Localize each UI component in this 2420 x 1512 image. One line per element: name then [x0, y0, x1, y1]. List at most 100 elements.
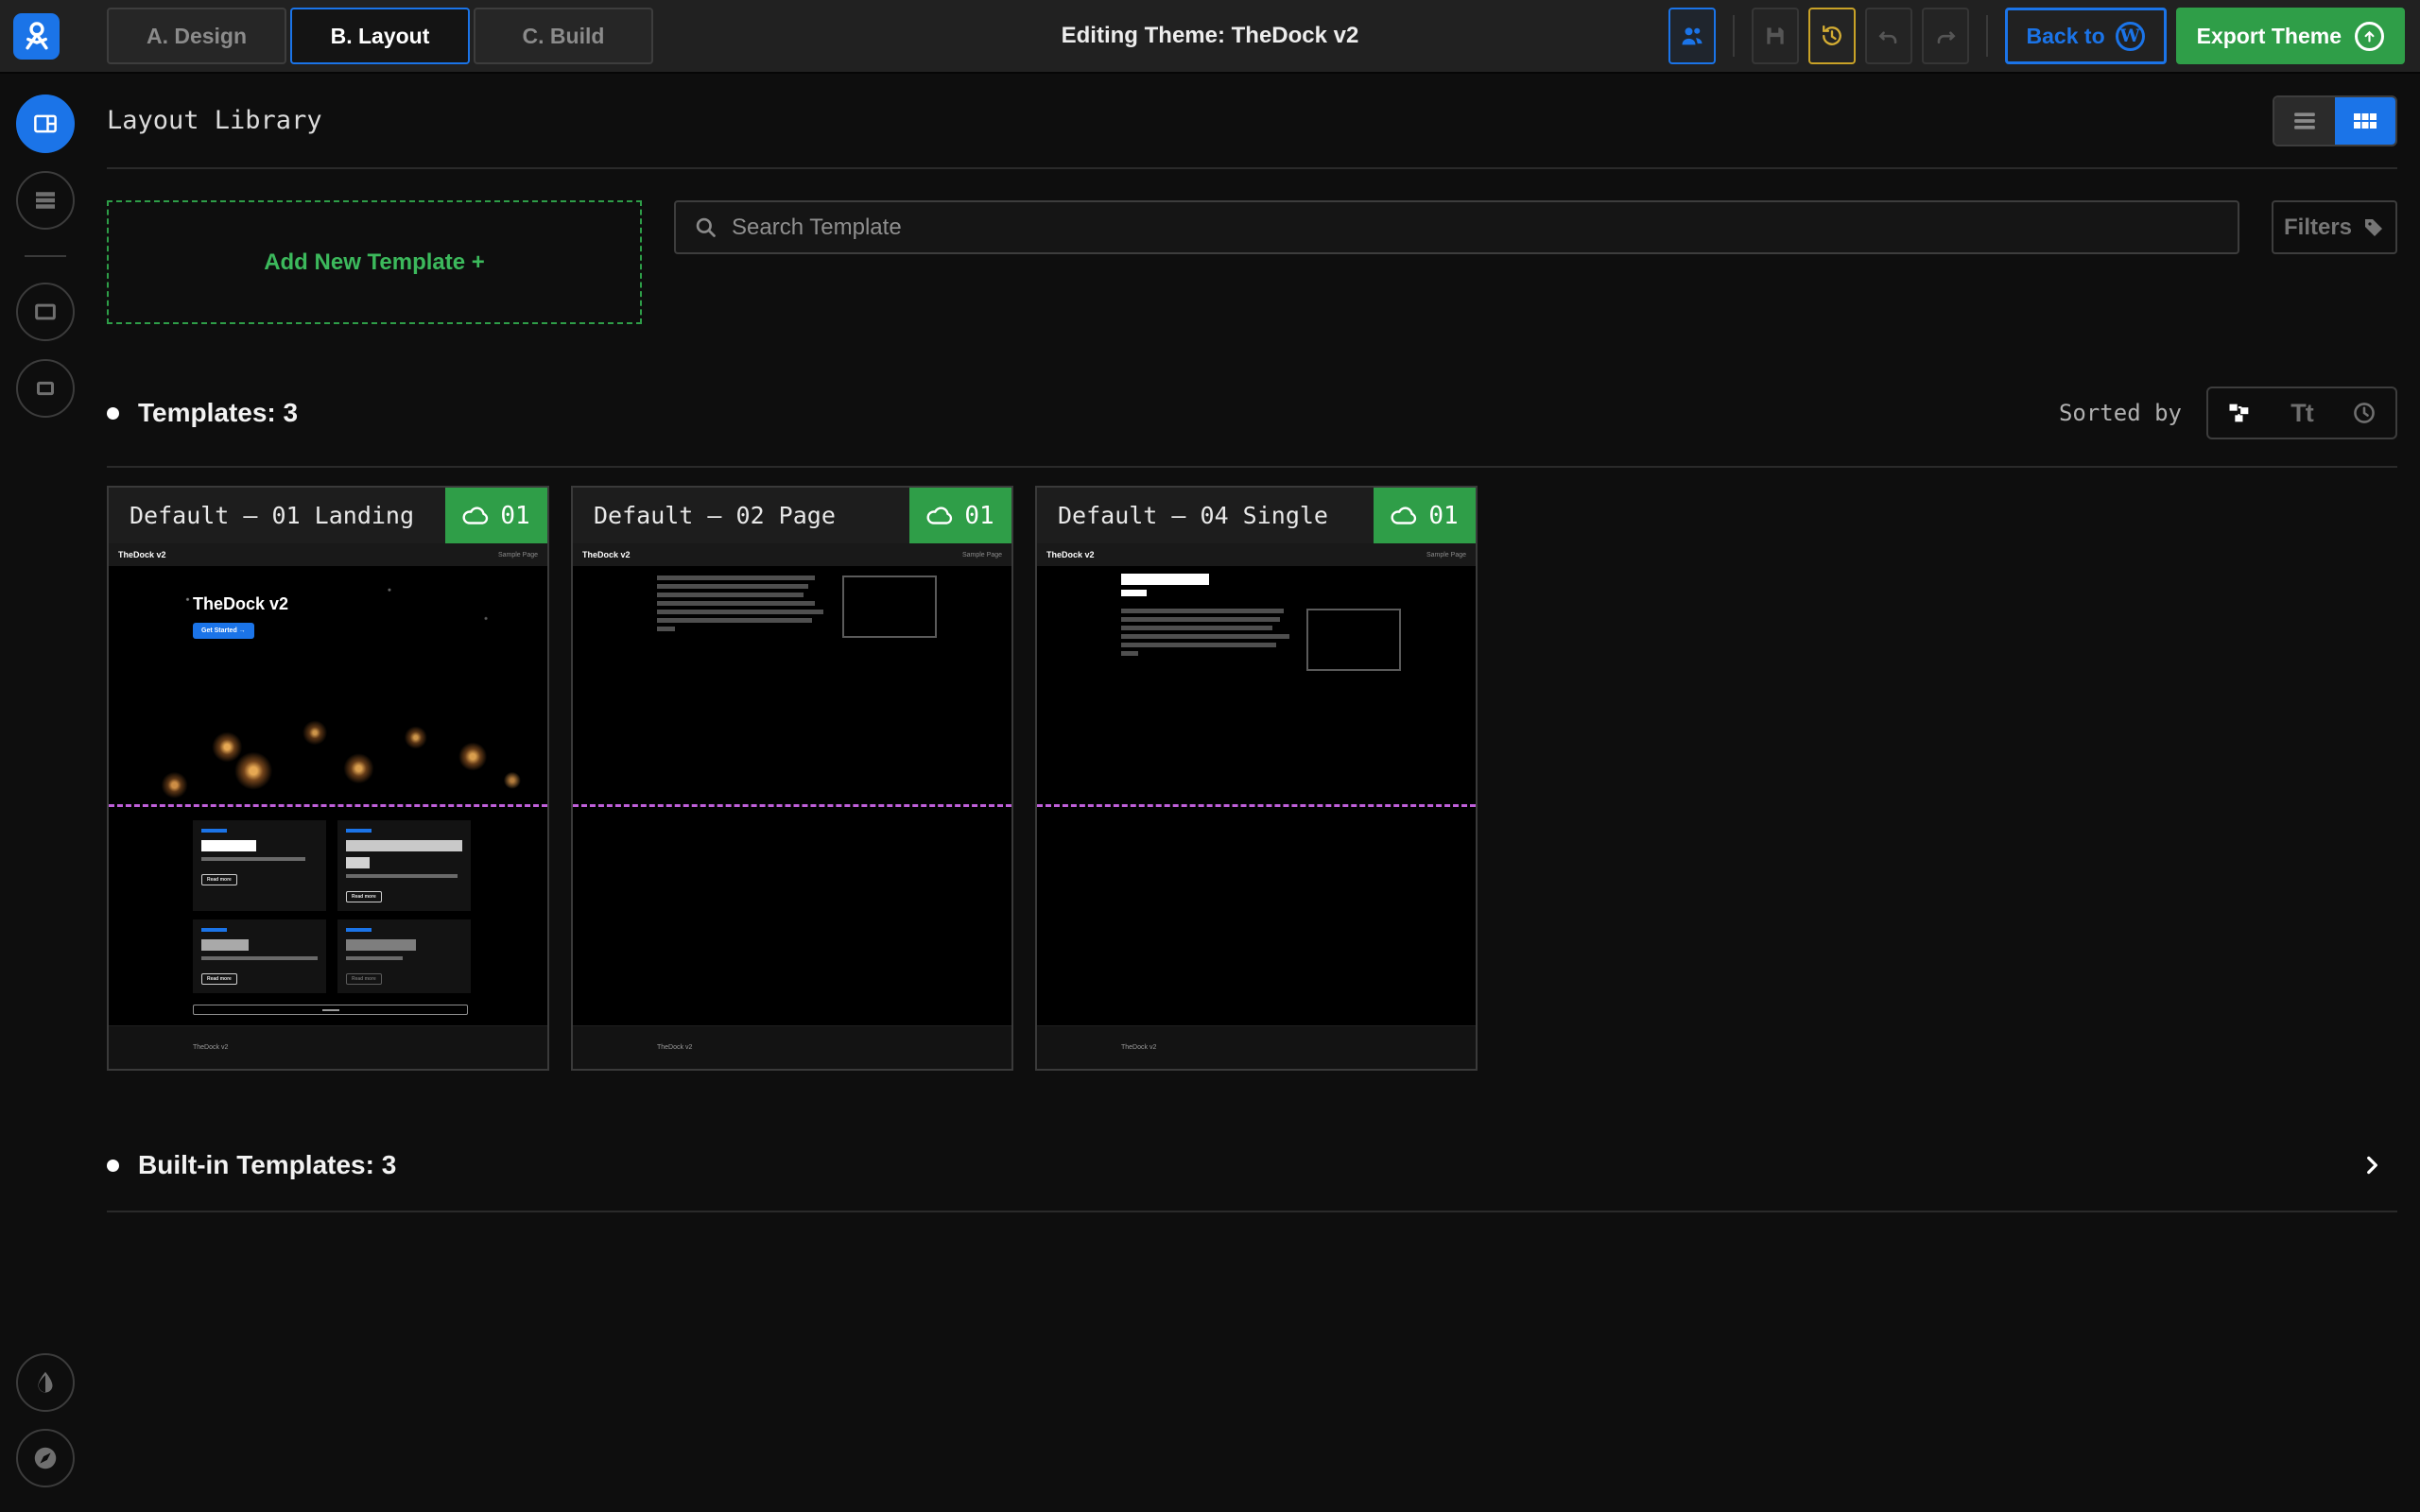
post-category-bar	[201, 829, 227, 833]
thumb-site-header: TheDock v2 Sample Page	[109, 543, 547, 566]
post-image-box	[346, 857, 370, 868]
post-meta-bar	[1121, 590, 1147, 596]
skeleton-lines	[657, 576, 827, 631]
card-header: Default – 01 Landing 01	[109, 488, 547, 543]
thumb-hero-section: TheDock v2 Get Started →	[109, 566, 547, 804]
template-thumbnail: TheDock v2 Sample Page TheDock v2 Get St…	[109, 543, 547, 1069]
badge-count: 01	[964, 502, 994, 530]
view-toggle	[2273, 95, 2397, 146]
save-button[interactable]	[1752, 8, 1799, 64]
skeleton-line	[657, 584, 808, 589]
redo-icon	[1933, 24, 1958, 48]
template-card-landing[interactable]: Default – 01 Landing 01 TheDock v2 Sampl…	[107, 486, 549, 1071]
thumb-below-fold: Read more Read more	[109, 807, 547, 1025]
template-card-page[interactable]: Default – 02 Page 01 TheDock v2 Sample P…	[571, 486, 1013, 1071]
thumb-post-card: Read more	[193, 820, 326, 911]
chevron-right-icon[interactable]	[2360, 1153, 2384, 1177]
thumb-hero-title: TheDock v2	[193, 594, 288, 614]
post-title-bar	[201, 840, 256, 851]
post-title-bar	[346, 939, 416, 951]
builtin-templates-count: Built-in Templates: 3	[107, 1150, 396, 1180]
thumb-get-started-button: Get Started →	[193, 623, 254, 639]
sidebar-item-contrast[interactable]	[16, 1353, 75, 1412]
post-title-bar	[201, 939, 249, 951]
filters-button[interactable]: Filters	[2272, 200, 2397, 254]
export-label: Export Theme	[2197, 24, 2342, 49]
topbar: A. Design B. Layout C. Build Editing The…	[0, 0, 2420, 74]
search-input[interactable]	[732, 215, 2221, 241]
template-card-single[interactable]: Default – 04 Single 01 TheDock v2 Sample…	[1035, 486, 1478, 1071]
undo-button[interactable]	[1865, 8, 1912, 64]
sorted-by-group: Sorted by Tt	[2059, 387, 2397, 439]
sidebar	[0, 74, 91, 1512]
history-clock-icon	[1819, 23, 1845, 49]
card-title: Default – 01 Landing	[109, 502, 445, 529]
post-excerpt-line	[346, 956, 403, 960]
sidebar-item-explore[interactable]	[16, 1429, 75, 1487]
topbar-divider	[1733, 15, 1735, 57]
redo-button[interactable]	[1922, 8, 1969, 64]
sidebar-item-desktop[interactable]	[16, 283, 75, 341]
sidebar-item-list[interactable]	[16, 171, 75, 230]
thumb-content-section	[573, 566, 1011, 804]
tag-icon	[2362, 216, 2385, 239]
thumb-site-name: TheDock v2	[582, 550, 631, 559]
grid-view-button[interactable]	[2335, 97, 2395, 145]
sort-by-hierarchy-button[interactable]	[2208, 388, 2271, 438]
builtin-templates-section-header[interactable]: Built-in Templates: 3	[107, 1118, 2397, 1212]
template-card-grid: Default – 01 Landing 01 TheDock v2 Sampl…	[107, 486, 2397, 1071]
filters-label: Filters	[2284, 215, 2352, 241]
sidebar-item-laptop[interactable]	[16, 359, 75, 418]
compass-icon	[31, 1444, 60, 1472]
tab-layout[interactable]: B. Layout	[290, 8, 470, 64]
tab-build[interactable]: C. Build	[474, 8, 653, 64]
post-category-bar	[346, 829, 372, 833]
export-theme-button[interactable]: Export Theme	[2176, 8, 2405, 64]
skeleton-line	[657, 627, 675, 631]
back-to-wordpress-button[interactable]: Back to W	[2005, 8, 2167, 64]
list-rows-icon	[31, 186, 60, 215]
skeleton-line	[657, 610, 823, 614]
tab-design[interactable]: A. Design	[107, 8, 286, 64]
sort-buttons: Tt	[2206, 387, 2397, 439]
thumb-post-card: Read more	[337, 919, 471, 993]
badge-count: 01	[1428, 502, 1458, 530]
thumb-nav-link: Sample Page	[1426, 552, 1466, 558]
sidebar-divider	[25, 255, 66, 257]
app-logo[interactable]	[13, 13, 60, 60]
cloud-icon	[926, 506, 955, 525]
thedock-logo-icon	[21, 20, 53, 52]
thumb-post-title-block	[1121, 574, 1209, 596]
hierarchy-icon	[2226, 400, 2253, 426]
thumb-post-card: Read more	[337, 820, 471, 911]
add-new-template-button[interactable]: Add New Template +	[107, 200, 642, 324]
thumb-below-fold	[573, 807, 1011, 1025]
sync-count-badge: 01	[1374, 488, 1476, 543]
bullet-icon	[107, 407, 119, 420]
template-thumbnail: TheDock v2 Sample Page	[1037, 543, 1476, 1069]
sorted-by-label: Sorted by	[2059, 400, 2182, 426]
skeleton-line	[657, 576, 815, 580]
thumb-hero-content: TheDock v2 Get Started →	[193, 594, 288, 639]
collaborators-button[interactable]	[1668, 8, 1716, 64]
skeleton-image-box	[842, 576, 937, 638]
save-icon	[1763, 24, 1788, 48]
read-more-button: Read more	[346, 973, 382, 985]
thumb-footer-text: TheDock v2	[657, 1044, 692, 1051]
thumb-pagination-bar	[193, 1005, 468, 1015]
card-title: Default – 02 Page	[573, 502, 909, 529]
users-icon	[1679, 23, 1705, 49]
list-view-button[interactable]	[2274, 97, 2335, 145]
thumb-footer: TheDock v2	[109, 1025, 547, 1069]
sort-by-date-button[interactable]	[2333, 388, 2395, 438]
skeleton-line	[1121, 626, 1272, 630]
history-button[interactable]	[1808, 8, 1856, 64]
thumb-post-card: Read more	[193, 919, 326, 993]
clock-icon	[2351, 400, 2377, 426]
thumb-content-skeleton	[1121, 609, 1401, 671]
search-box	[674, 200, 2239, 254]
sidebar-item-layout-library[interactable]	[16, 94, 75, 153]
sort-by-name-button[interactable]: Tt	[2271, 388, 2333, 438]
desktop-icon	[31, 298, 60, 326]
app: A. Design B. Layout C. Build Editing The…	[0, 0, 2420, 1512]
